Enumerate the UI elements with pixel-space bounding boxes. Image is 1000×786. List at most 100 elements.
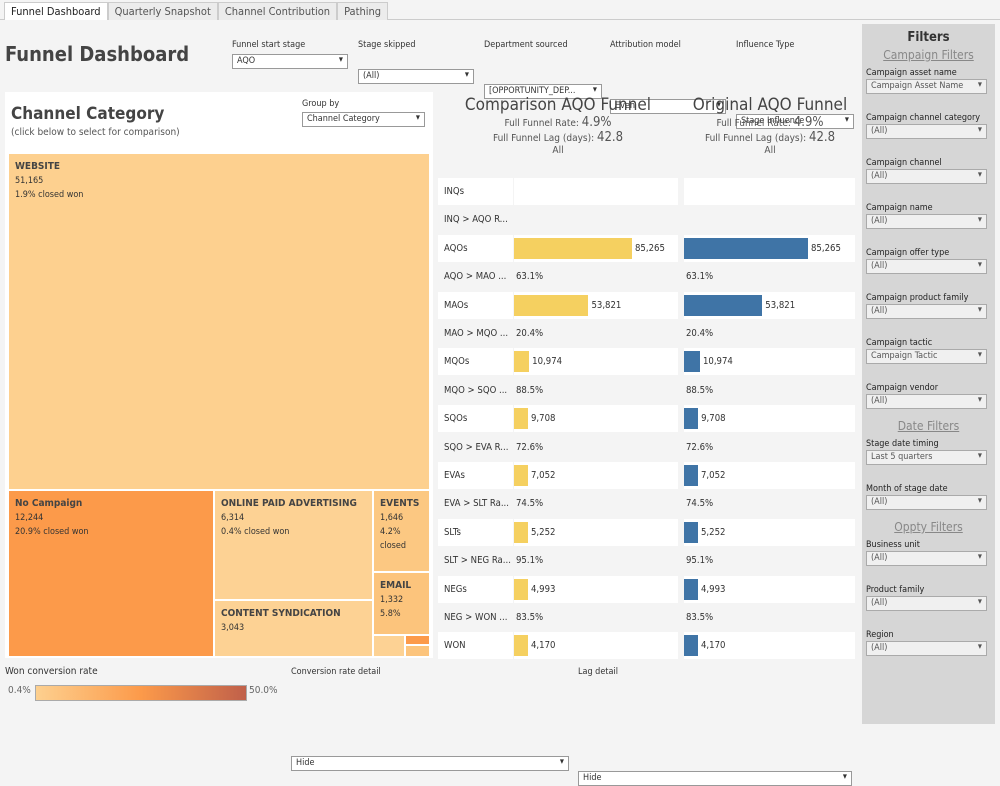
cell-rate-cont: closed [380,541,406,551]
treemap-cell[interactable]: EMAIL 1,332 5.8% [373,572,430,635]
filter-dropdown[interactable]: (All) [866,495,987,510]
comparison-cell[interactable]: 4,993 [514,575,678,603]
comparison-value: 7,052 [531,470,556,481]
cell-name: WEBSITE [15,161,61,172]
comparison-bar[interactable] [514,237,632,259]
comparison-cell[interactable] [514,178,678,205]
filter-dropdown[interactable]: (All) [866,596,987,611]
filter-dropdown[interactable]: (All) [866,304,987,319]
comparison-rate: 72.6% [516,441,544,453]
treemap-cell-small[interactable] [373,635,405,657]
comparison-cell[interactable]: 72.6% [514,434,678,461]
comparison-cell[interactable] [514,206,678,233]
tab-funnel-dashboard[interactable]: Funnel Dashboard [4,2,108,20]
comparison-bar[interactable] [514,294,589,316]
comparison-bar[interactable] [514,408,528,430]
comparison-cell[interactable]: 5,252 [514,518,678,546]
treemap-cell-small[interactable] [405,635,430,645]
original-bar[interactable] [684,294,763,316]
original-bar[interactable] [684,578,698,600]
filter-section-title: Date Filters [897,419,960,433]
original-cell[interactable]: 72.6% [684,434,855,461]
original-bar[interactable] [684,237,808,259]
cell-name: EVENTS [380,498,420,509]
comparison-cell[interactable]: 9,708 [514,405,678,433]
filter-section-title: Oppty Filters [894,520,963,534]
comparison-bar[interactable] [514,351,530,373]
cell-name: EMAIL [380,580,412,591]
comparison-bar[interactable] [514,521,528,543]
original-bar[interactable] [684,521,698,543]
filter-dropdown[interactable]: (All) [866,259,987,274]
filter-dropdown[interactable]: Campaign Asset Name [866,79,987,94]
original-cell[interactable]: 7,052 [684,462,855,489]
group-by-dropdown[interactable]: Channel Category [302,112,425,127]
stage-label: NEG > WON ... [444,612,508,623]
comparison-bar[interactable] [514,465,528,486]
comparison-cell[interactable]: 20.4% [514,320,678,347]
original-cell[interactable]: 95.1% [684,547,855,574]
comparison-cell[interactable]: 88.5% [514,377,678,404]
original-cell[interactable]: 85,265 [684,234,855,262]
comparison-rate: 95.1% [516,555,544,567]
treemap-cell[interactable]: EVENTS 1,646 4.2% closed [373,490,430,572]
filter-dropdown[interactable]: Last 5 quarters [866,450,987,465]
filter-dropdown[interactable]: (All) [866,551,987,566]
comparison-cell[interactable]: 7,052 [514,462,678,489]
original-cell[interactable]: 20.4% [684,320,855,347]
conversion-detail-dropdown[interactable]: Hide [291,756,569,771]
original-bar[interactable] [684,351,700,373]
original-cell[interactable] [684,178,855,205]
comparison-lag-label: Full Funnel Lag (days): [492,133,595,144]
filter-dropdown[interactable]: (All) [866,124,987,139]
stage-label: EVA > SLT Ra... [444,498,509,510]
filter-dropdown[interactable]: (All) [866,641,987,656]
filter-label: Funnel start stage [232,40,306,50]
filter-dropdown[interactable]: (All) [866,214,987,229]
original-bar[interactable] [684,635,698,657]
filter-dropdown[interactable]: (All) [866,394,987,409]
comparison-bar[interactable] [514,578,528,600]
lag-detail-dropdown[interactable]: Hide [578,771,852,786]
comparison-cell[interactable]: 85,265 [514,234,678,262]
treemap-cell[interactable]: No Campaign 12,244 20.9% closed won [8,490,214,657]
treemap-cell[interactable]: ONLINE PAID ADVERTISING 6,314 0.4% closed … [214,490,373,600]
original-cell[interactable]: 88.5% [684,377,855,404]
original-cell[interactable]: 53,821 [684,291,855,319]
original-cell[interactable]: 5,252 [684,518,855,546]
stage-label: MAO > MQO ... [444,328,509,339]
treemap-cell-small[interactable] [405,645,430,657]
cell-rate: 1.9% closed won [15,190,84,200]
original-cell[interactable] [684,206,855,233]
tab-channel-contribution[interactable]: Channel Contribution [217,2,338,20]
filter-dropdown[interactable]: AQO [232,54,348,69]
original-bar[interactable] [684,465,698,486]
original-cell[interactable]: 4,993 [684,575,855,603]
filter-label: Influence Type [736,40,795,50]
filter-dropdown[interactable]: (All) [866,169,987,184]
tab-quarterly-snapshot[interactable]: Quarterly Snapshot [107,2,218,20]
original-bar[interactable] [684,408,699,430]
comparison-cell[interactable]: 74.5% [514,490,678,517]
comparison-cell[interactable]: 10,974 [514,348,678,376]
comparison-cell[interactable]: 83.5% [514,604,678,631]
comparison-cell[interactable]: 4,170 [514,632,678,660]
comparison-cell[interactable]: 95.1% [514,547,678,574]
original-cell[interactable]: 10,974 [684,348,855,376]
original-rate: 20.4% [686,328,714,339]
comparison-bar[interactable] [514,635,528,657]
tab-pathing[interactable]: Pathing [337,2,389,20]
filter-dropdown[interactable]: Campaign Tactic [866,349,987,364]
treemap-cell[interactable]: WEBSITE 51,165 1.9% closed won [8,153,430,490]
treemap-cell[interactable]: CONTENT SYNDICATION 3,043 [214,600,373,657]
comparison-cell[interactable]: 63.1% [514,263,678,290]
original-cell[interactable]: 63.1% [684,263,855,290]
original-cell[interactable]: 74.5% [684,490,855,517]
comparison-rate: 4.9% [581,115,612,130]
original-cell[interactable]: 83.5% [684,604,855,631]
comparison-cell[interactable]: 53,821 [514,291,678,319]
filter-dropdown[interactable]: (All) [358,69,474,84]
original-cell[interactable]: 9,708 [684,405,855,433]
original-cell[interactable]: 4,170 [684,632,855,660]
